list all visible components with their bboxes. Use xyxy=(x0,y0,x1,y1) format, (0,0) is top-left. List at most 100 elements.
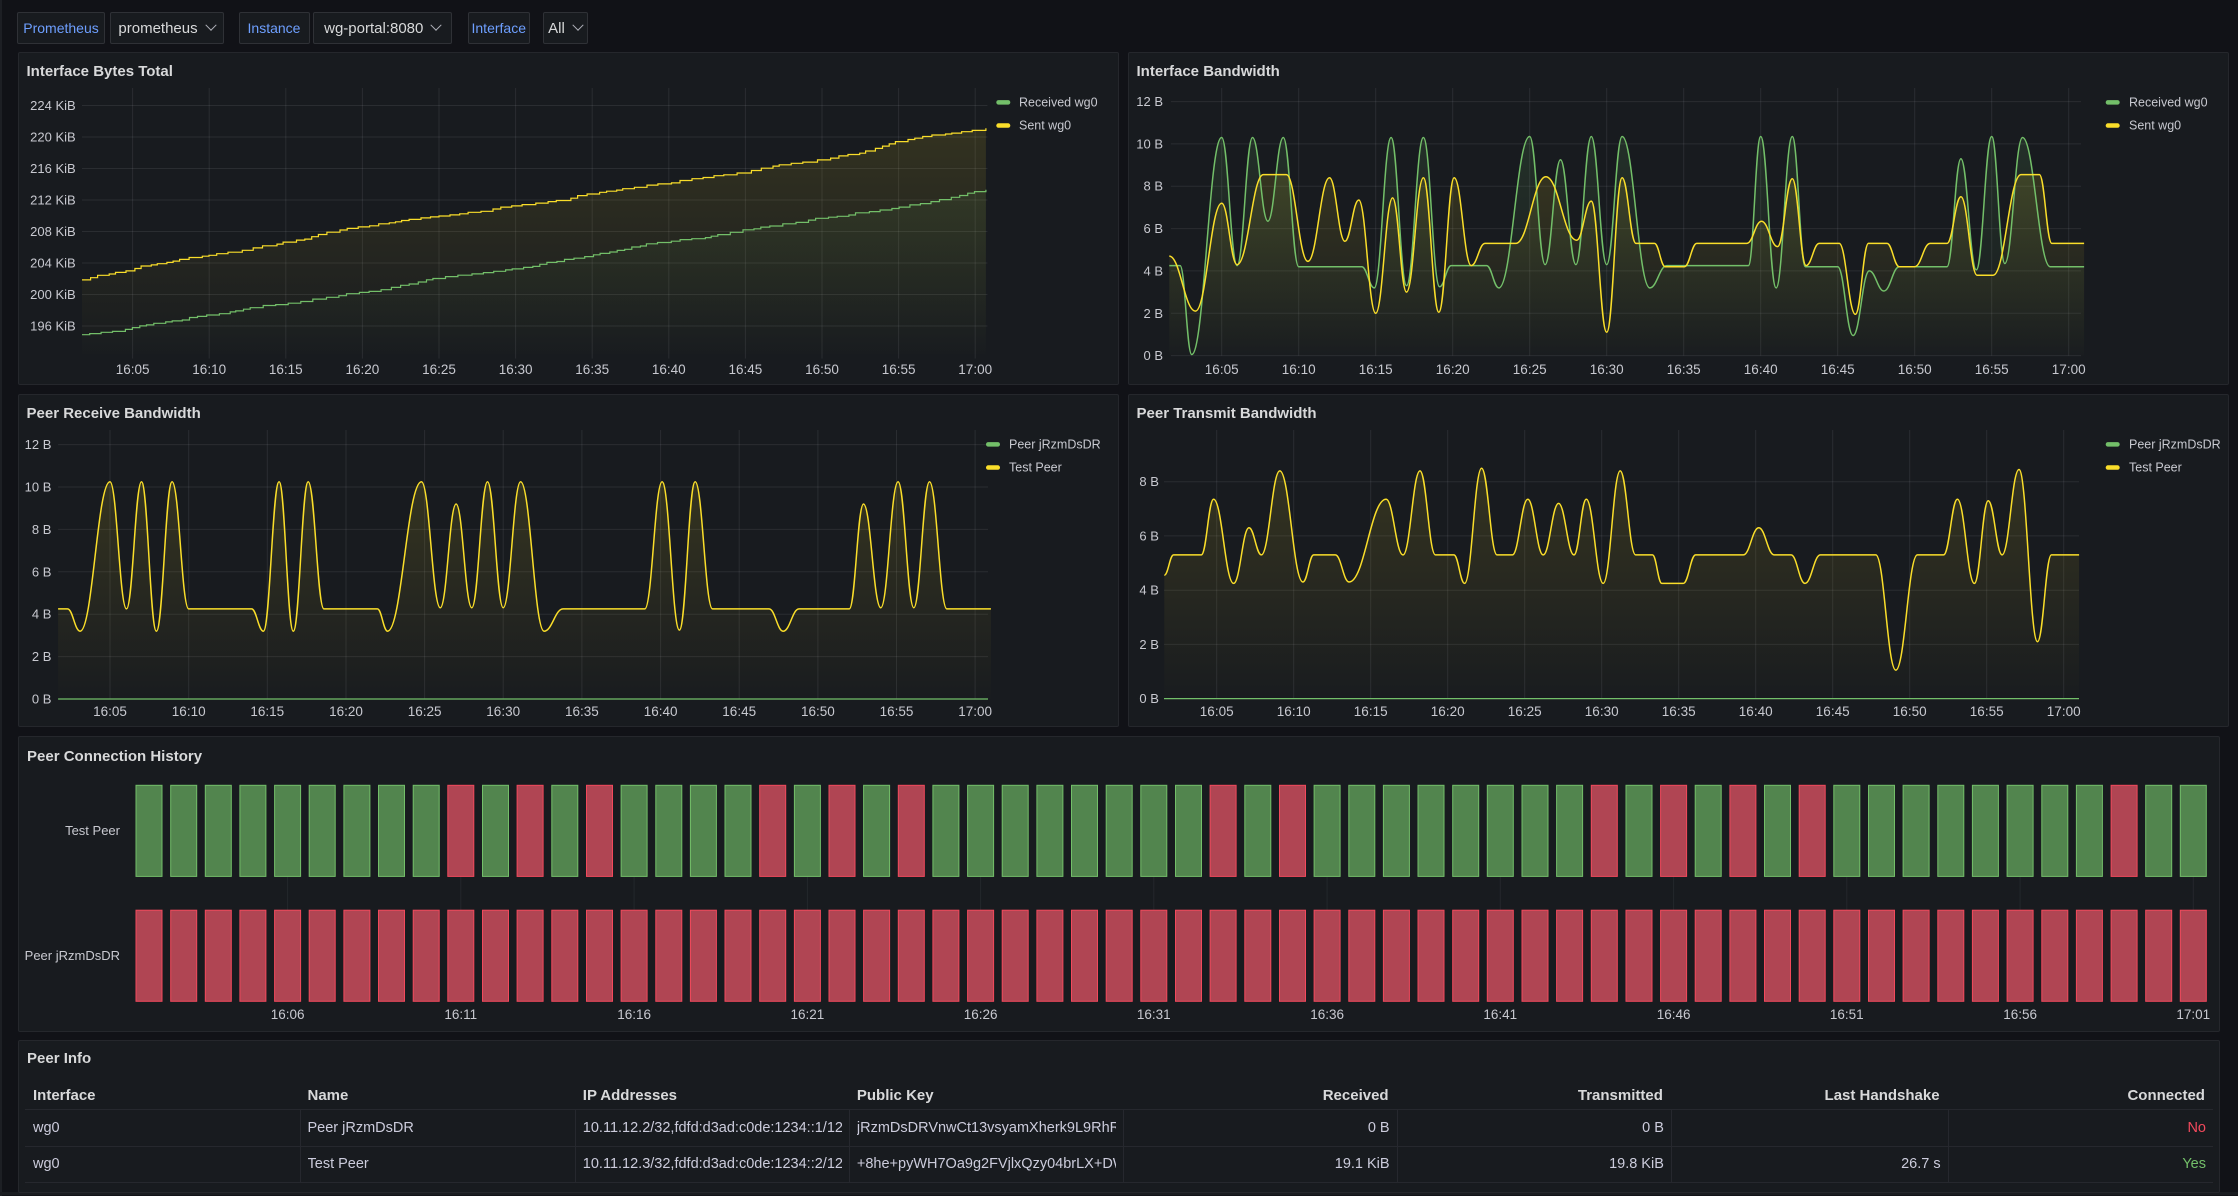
svg-text:16:40: 16:40 xyxy=(1744,362,1778,377)
svg-text:16:35: 16:35 xyxy=(1662,704,1696,719)
svg-text:16:45: 16:45 xyxy=(722,704,756,719)
svg-text:0 B: 0 B xyxy=(1139,691,1159,706)
svg-text:Peer Info: Peer Info xyxy=(27,1050,91,1067)
svg-text:16:05: 16:05 xyxy=(1205,362,1239,377)
svg-text:16:55: 16:55 xyxy=(880,704,914,719)
svg-text:16:50: 16:50 xyxy=(805,362,839,377)
svg-text:216 KiB: 216 KiB xyxy=(30,161,76,176)
svg-text:Peer Receive Bandwidth: Peer Receive Bandwidth xyxy=(27,405,201,422)
svg-text:Peer jRzmDsDR: Peer jRzmDsDR xyxy=(25,948,120,963)
svg-text:16:25: 16:25 xyxy=(408,704,442,719)
svg-text:8 B: 8 B xyxy=(1143,179,1163,194)
svg-text:16:10: 16:10 xyxy=(172,704,206,719)
svg-text:Sent wg0: Sent wg0 xyxy=(1019,119,1071,133)
svg-text:16:10: 16:10 xyxy=(1277,704,1311,719)
svg-text:16:45: 16:45 xyxy=(729,362,763,377)
svg-text:16:15: 16:15 xyxy=(269,362,303,377)
svg-text:200 KiB: 200 KiB xyxy=(30,287,76,302)
svg-text:Peer jRzmDsDR: Peer jRzmDsDR xyxy=(2129,438,2221,452)
svg-text:16:45: 16:45 xyxy=(1821,362,1855,377)
svg-text:16:20: 16:20 xyxy=(329,704,363,719)
svg-text:17:01: 17:01 xyxy=(2176,1007,2210,1022)
svg-text:16:06: 16:06 xyxy=(271,1007,305,1022)
svg-text:2 B: 2 B xyxy=(1139,637,1159,652)
svg-text:16:11: 16:11 xyxy=(444,1007,477,1022)
svg-text:16:10: 16:10 xyxy=(192,362,226,377)
svg-text:16:55: 16:55 xyxy=(1970,704,2004,719)
svg-text:16:31: 16:31 xyxy=(1137,1007,1171,1022)
svg-text:204 KiB: 204 KiB xyxy=(30,256,76,271)
svg-text:Received wg0: Received wg0 xyxy=(1019,96,1098,110)
svg-text:Peer Transmit Bandwidth: Peer Transmit Bandwidth xyxy=(1137,405,1317,422)
svg-text:16:35: 16:35 xyxy=(1667,362,1701,377)
svg-text:0 B: 0 B xyxy=(32,692,52,707)
svg-text:Interface Bytes Total: Interface Bytes Total xyxy=(27,63,173,80)
svg-text:16:26: 16:26 xyxy=(964,1007,998,1022)
svg-text:8 B: 8 B xyxy=(1139,474,1159,489)
svg-text:17:00: 17:00 xyxy=(958,362,992,377)
svg-text:4 B: 4 B xyxy=(1139,583,1159,598)
svg-text:224 KiB: 224 KiB xyxy=(30,98,76,113)
svg-text:6 B: 6 B xyxy=(1139,528,1159,543)
svg-text:8 B: 8 B xyxy=(32,522,52,537)
svg-text:16:10: 16:10 xyxy=(1282,362,1316,377)
svg-text:212 KiB: 212 KiB xyxy=(30,193,76,208)
svg-text:16:55: 16:55 xyxy=(1975,362,2009,377)
svg-text:Test Peer: Test Peer xyxy=(2129,461,2182,475)
svg-text:16:50: 16:50 xyxy=(1893,704,1927,719)
svg-text:16:05: 16:05 xyxy=(116,362,150,377)
svg-text:16:05: 16:05 xyxy=(1200,704,1234,719)
svg-text:10 B: 10 B xyxy=(1136,136,1163,151)
svg-text:16:41: 16:41 xyxy=(1483,1007,1517,1022)
svg-text:12 B: 12 B xyxy=(1136,94,1163,109)
svg-text:Interface Bandwidth: Interface Bandwidth xyxy=(1137,63,1280,80)
svg-text:16:15: 16:15 xyxy=(1359,362,1393,377)
svg-text:2 B: 2 B xyxy=(1143,306,1163,321)
svg-text:10 B: 10 B xyxy=(25,480,52,495)
svg-text:16:35: 16:35 xyxy=(575,362,609,377)
svg-text:16:40: 16:40 xyxy=(1739,704,1773,719)
svg-text:16:56: 16:56 xyxy=(2003,1007,2037,1022)
svg-text:Peer Connection History: Peer Connection History xyxy=(27,748,203,765)
svg-text:Test Peer: Test Peer xyxy=(65,823,121,838)
svg-text:16:25: 16:25 xyxy=(1513,362,1547,377)
svg-text:16:46: 16:46 xyxy=(1657,1007,1691,1022)
svg-text:16:55: 16:55 xyxy=(882,362,916,377)
svg-text:16:51: 16:51 xyxy=(1830,1007,1864,1022)
svg-text:16:15: 16:15 xyxy=(1354,704,1388,719)
svg-text:12 B: 12 B xyxy=(25,437,52,452)
svg-text:16:15: 16:15 xyxy=(250,704,284,719)
svg-text:4 B: 4 B xyxy=(1143,263,1163,278)
svg-text:16:20: 16:20 xyxy=(346,362,380,377)
svg-text:16:25: 16:25 xyxy=(1508,704,1542,719)
svg-text:220 KiB: 220 KiB xyxy=(30,130,76,145)
svg-text:Peer jRzmDsDR: Peer jRzmDsDR xyxy=(1009,438,1101,452)
svg-text:2 B: 2 B xyxy=(32,649,52,664)
svg-text:16:30: 16:30 xyxy=(1590,362,1624,377)
svg-text:16:36: 16:36 xyxy=(1310,1007,1344,1022)
svg-text:Sent wg0: Sent wg0 xyxy=(2129,119,2181,133)
svg-text:196 KiB: 196 KiB xyxy=(30,319,76,334)
svg-text:0 B: 0 B xyxy=(1143,348,1163,363)
svg-text:16:20: 16:20 xyxy=(1436,362,1470,377)
svg-text:16:30: 16:30 xyxy=(499,362,533,377)
svg-text:17:00: 17:00 xyxy=(2047,704,2081,719)
svg-text:6 B: 6 B xyxy=(1143,221,1163,236)
svg-text:16:05: 16:05 xyxy=(93,704,127,719)
svg-text:16:35: 16:35 xyxy=(565,704,599,719)
svg-text:16:40: 16:40 xyxy=(652,362,686,377)
svg-text:4 B: 4 B xyxy=(32,607,52,622)
svg-text:16:50: 16:50 xyxy=(1898,362,1932,377)
svg-text:16:30: 16:30 xyxy=(486,704,520,719)
svg-text:16:25: 16:25 xyxy=(422,362,456,377)
svg-text:16:50: 16:50 xyxy=(801,704,835,719)
svg-text:16:21: 16:21 xyxy=(791,1007,825,1022)
svg-text:Test Peer: Test Peer xyxy=(1009,461,1062,475)
svg-text:16:40: 16:40 xyxy=(644,704,678,719)
svg-text:6 B: 6 B xyxy=(32,564,52,579)
svg-text:208 KiB: 208 KiB xyxy=(30,224,76,239)
svg-text:16:16: 16:16 xyxy=(617,1007,651,1022)
svg-text:17:00: 17:00 xyxy=(958,704,992,719)
svg-text:Received wg0: Received wg0 xyxy=(2129,96,2208,110)
svg-text:17:00: 17:00 xyxy=(2052,362,2086,377)
